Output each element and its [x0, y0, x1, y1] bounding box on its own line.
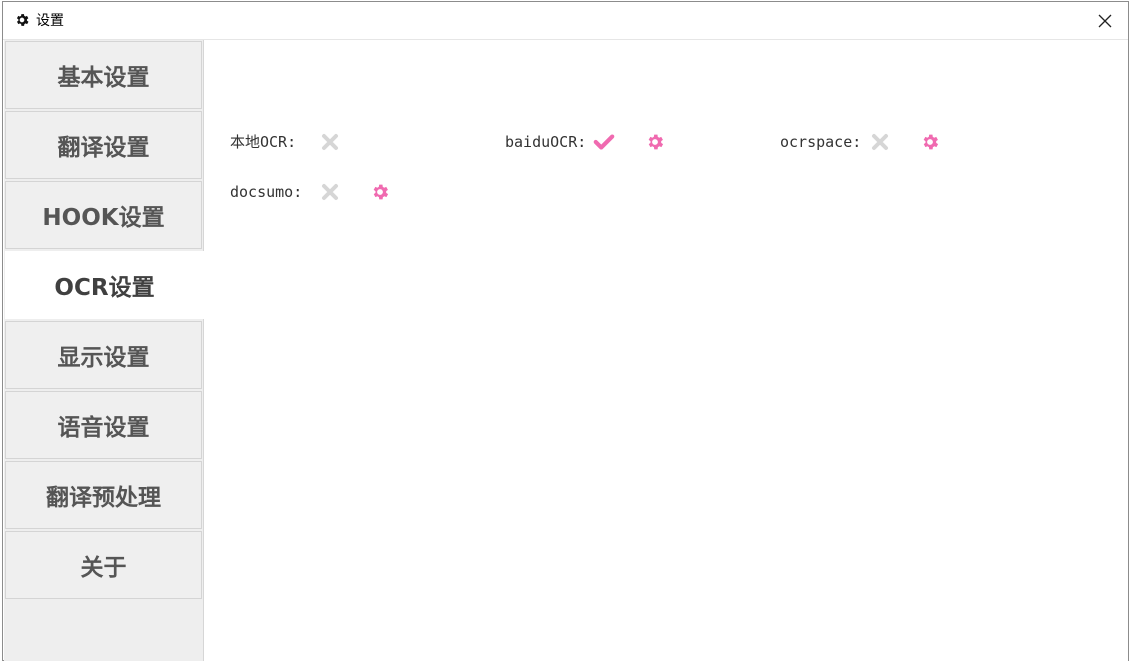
cross-icon: [322, 184, 338, 200]
sidebar-item-about[interactable]: 关于: [5, 531, 202, 599]
close-button[interactable]: [1082, 2, 1128, 39]
ocrspace-toggle[interactable]: [869, 131, 891, 153]
local-ocr-toggle[interactable]: [319, 131, 341, 153]
baidu-ocr-settings-button[interactable]: [644, 131, 666, 153]
ocrspace-label: ocrspace:: [780, 133, 862, 151]
sidebar-item-label: 关于: [80, 555, 127, 581]
ocrspace-settings-button[interactable]: [919, 131, 941, 153]
sidebar-item-label: HOOK设置: [42, 205, 165, 231]
cross-icon: [872, 134, 888, 150]
docsumo-label: docsumo:: [230, 183, 303, 201]
settings-sidebar: 基本设置 翻译设置 HOOK设置 OCR设置 显示设置 语音设置 翻译预处理 关…: [4, 40, 204, 661]
title-bar: 设置: [3, 2, 1128, 40]
sidebar-item-label: 翻译设置: [57, 135, 150, 161]
cross-icon: [322, 134, 338, 150]
gear-icon: [16, 14, 29, 26]
gear-icon: [923, 134, 939, 150]
docsumo-toggle[interactable]: [319, 181, 341, 203]
local-ocr-label: 本地OCR:: [230, 133, 297, 151]
sidebar-item-basic[interactable]: 基本设置: [5, 41, 202, 109]
settings-window: 设置 基本设置 翻译设置 HOOK设置 OCR设置 显示设置 语音设置 翻译预处…: [2, 1, 1129, 661]
gear-icon: [373, 184, 389, 200]
sidebar-item-hook[interactable]: HOOK设置: [5, 181, 202, 249]
close-icon: [1098, 14, 1112, 27]
check-icon: [593, 134, 615, 150]
gear-icon: [648, 134, 664, 150]
sidebar-item-ocr[interactable]: OCR设置: [5, 251, 204, 319]
sidebar-item-display[interactable]: 显示设置: [5, 321, 202, 389]
sidebar-item-label: 翻译预处理: [46, 485, 161, 511]
sidebar-item-voice[interactable]: 语音设置: [5, 391, 202, 459]
baidu-ocr-toggle[interactable]: [593, 131, 615, 153]
sidebar-item-preprocess[interactable]: 翻译预处理: [5, 461, 202, 529]
sidebar-item-label: 显示设置: [57, 345, 150, 371]
sidebar-item-label: 语音设置: [57, 415, 150, 441]
docsumo-settings-button[interactable]: [369, 181, 391, 203]
baidu-ocr-label: baiduOCR:: [505, 133, 587, 151]
sidebar-item-label: OCR设置: [54, 275, 155, 301]
ocr-settings-panel: 本地OCR: baiduOCR: ocrspace: docsumo:: [204, 40, 1128, 661]
window-title: 设置: [36, 13, 64, 29]
sidebar-item-translate[interactable]: 翻译设置: [5, 111, 202, 179]
sidebar-item-label: 基本设置: [57, 65, 150, 91]
